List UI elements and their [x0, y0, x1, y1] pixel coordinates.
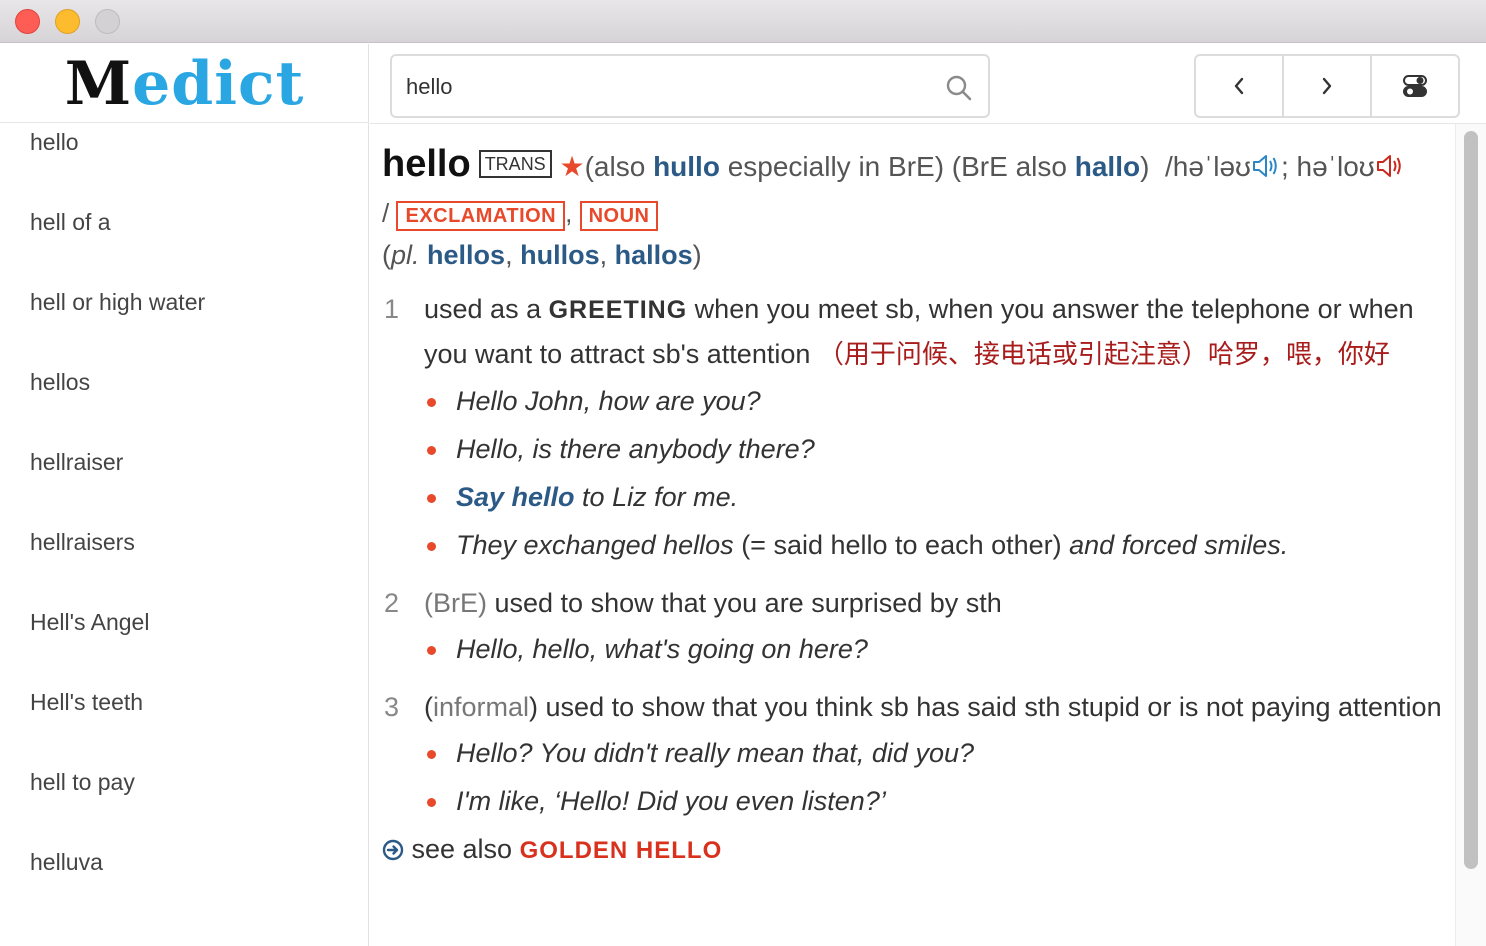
settings-toggle-button[interactable] — [1372, 56, 1458, 116]
search-icon[interactable] — [944, 73, 974, 103]
sense-number: 1 — [384, 294, 400, 324]
scrollbar-track[interactable] — [1455, 124, 1486, 946]
see-also-line: see also GOLDEN HELLO — [382, 827, 1442, 873]
plural-link-hellos[interactable]: hellos — [427, 240, 505, 270]
sense-definition: (informal) used to show that you think s… — [424, 685, 1442, 729]
chevron-left-icon — [1234, 77, 1244, 95]
pronunciation-separator: ; — [1280, 151, 1297, 182]
plural-line: (pl. hellos, hullos, hallos) — [382, 235, 1442, 275]
example-list: Hello? You didn't really mean that, did … — [424, 729, 1442, 825]
zoom-window-button[interactable] — [95, 9, 120, 34]
sense-definition: used as a GREETING when you meet sb, whe… — [424, 287, 1442, 377]
example-sentence: Hello, hello, what's going on here? — [424, 625, 1442, 673]
toggle-icon — [1403, 75, 1427, 97]
also-close: ) — [1140, 151, 1150, 182]
plural-space — [420, 240, 428, 270]
word-list-item[interactable]: hell to pay — [0, 764, 368, 844]
example-sentence: I'm like, ‘Hello! Did you even listen?’ — [424, 777, 1442, 825]
forward-button[interactable] — [1284, 56, 1372, 116]
plural-link-hallos[interactable]: hallos — [615, 240, 693, 270]
example-text: They exchanged hellos — [456, 530, 734, 560]
scrollbar-thumb[interactable] — [1464, 131, 1478, 869]
example-text: to Liz for me. — [574, 482, 739, 512]
definition-text: used to show that you think sb has said … — [538, 692, 1442, 722]
plural-open: ( — [382, 240, 391, 270]
example-sentence: They exchanged hellos (= said hello to e… — [424, 521, 1442, 569]
logo-rest: edict — [132, 49, 305, 119]
close-window-button[interactable] — [15, 9, 40, 34]
sense-number: 3 — [384, 692, 400, 722]
also-text: (also — [584, 151, 654, 182]
word-list-item[interactable]: helluva — [0, 844, 368, 924]
arrow-right-circle-icon — [382, 839, 404, 861]
minimize-window-button[interactable] — [55, 9, 80, 34]
example-gloss: (= said hello to each other) — [733, 530, 1070, 560]
plural-comma: , — [505, 240, 521, 270]
search-box — [390, 54, 990, 118]
part-of-speech-line: / EXCLAMATION, NOUN — [382, 191, 1442, 235]
word-list: hello hell of a hell or high water hello… — [0, 124, 368, 924]
variant-link-hallo[interactable]: hallo — [1075, 151, 1140, 182]
pos-noun-badge: NOUN — [579, 201, 659, 231]
word-list-item[interactable]: hellraisers — [0, 524, 368, 604]
word-list-item[interactable]: hell of a — [0, 204, 368, 284]
definition-text: used to show that you are surprised by s… — [487, 588, 1002, 618]
example-sentence: Hello? You didn't really mean that, did … — [424, 729, 1442, 777]
search-input[interactable] — [406, 70, 926, 104]
example-text: and forced smiles. — [1069, 530, 1289, 560]
word-list-item[interactable]: hell or high water — [0, 284, 368, 364]
logo-first-letter: M — [64, 49, 133, 119]
entry-content: hello TRANS ★(also hullo especially in Br… — [370, 124, 1454, 946]
speaker-icon-bre[interactable] — [1251, 152, 1281, 180]
register-close: ) — [529, 692, 539, 722]
plural-comma: , — [599, 240, 615, 270]
example-sentence: Hello John, how are you? — [424, 377, 1442, 425]
see-also-label: see also — [404, 834, 520, 864]
app-logo: Medict — [0, 44, 369, 123]
sense-definition: (BrE) used to show that you are surprise… — [424, 581, 1442, 625]
pronunciation-ame: həˈloʊ — [1296, 151, 1375, 182]
headword-line: hello TRANS ★(also hullo especially in Br… — [382, 140, 1442, 191]
plural-close: ) — [692, 240, 702, 270]
title-bar — [0, 0, 1486, 43]
pos-comma: , — [565, 198, 580, 228]
example-link-say-hello[interactable]: Say hello — [456, 482, 575, 512]
plural-link-hullos[interactable]: hullos — [520, 240, 600, 270]
pronunciation-bre: /həˈləʊ — [1164, 151, 1251, 182]
sense-3: 3 (informal) used to show that you think… — [382, 685, 1442, 825]
definition-keyword: GREETING — [548, 296, 688, 324]
pos-exclamation-badge: EXCLAMATION — [396, 201, 566, 231]
star-icon: ★ — [559, 151, 585, 182]
sense-number: 2 — [384, 588, 400, 618]
see-also-link[interactable]: GOLDEN HELLO — [520, 837, 723, 864]
trans-badge[interactable]: TRANS — [478, 150, 552, 178]
example-list: Hello John, how are you? Hello, is there… — [424, 377, 1442, 569]
speaker-icon-ame[interactable] — [1375, 152, 1405, 180]
pos-slash: / — [382, 198, 397, 228]
chinese-translation: （用于问候、接电话或引起注意）哈罗，喂，你好 — [817, 340, 1390, 370]
example-sentence: Hello, is there anybody there? — [424, 425, 1442, 473]
also-text-2: especially in BrE) (BrE also — [719, 151, 1075, 182]
word-list-item[interactable]: hello — [0, 124, 368, 204]
example-list: Hello, hello, what's going on here? — [424, 625, 1442, 673]
headword: hello — [382, 143, 471, 185]
sense-2: 2 (BrE) used to show that you are surpri… — [382, 581, 1442, 673]
variant-link-hullo[interactable]: hullo — [653, 151, 720, 182]
register-label: informal — [433, 692, 530, 722]
word-list-item[interactable]: Hell's teeth — [0, 684, 368, 764]
chevron-right-icon — [1322, 77, 1332, 95]
word-list-item[interactable]: hellos — [0, 364, 368, 444]
register-label: (BrE) — [424, 588, 487, 618]
plural-label: pl. — [391, 240, 420, 270]
back-button[interactable] — [1196, 56, 1284, 116]
example-sentence: Say hello to Liz for me. — [424, 473, 1442, 521]
word-list-item[interactable]: hellraiser — [0, 444, 368, 524]
definition-text: used as a — [424, 294, 549, 324]
nav-button-group — [1194, 54, 1460, 118]
sidebar: Medict hello hell of a hell or high wate… — [0, 44, 369, 946]
logo-text: Medict — [65, 54, 305, 114]
word-list-item[interactable]: Hell's Angel — [0, 604, 368, 684]
sense-1: 1 used as a GREETING when you meet sb, w… — [382, 287, 1442, 569]
register-open: ( — [424, 692, 433, 722]
